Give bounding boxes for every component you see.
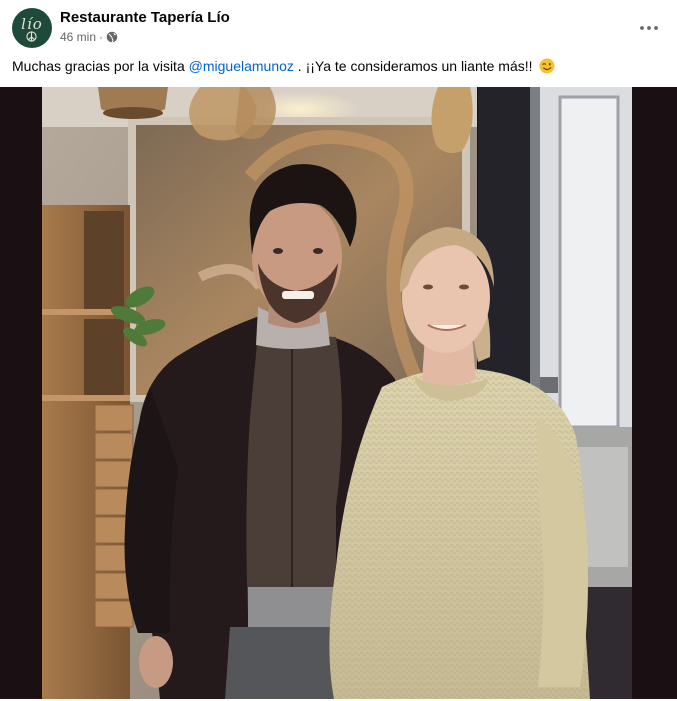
post-header: lío Restaurante Tapería Lío 46 min · — [12, 8, 665, 48]
post-author-name[interactable]: Restaurante Tapería Lío — [60, 9, 230, 26]
caption-text-start: Muchas gracias por la visita — [12, 58, 189, 74]
meta-separator: · — [99, 30, 104, 44]
more-horizontal-icon — [640, 26, 658, 30]
more-options-button[interactable] — [633, 12, 665, 44]
photo-illustration — [0, 87, 677, 699]
avatar-logo-text: lío — [21, 14, 43, 33]
mention-link[interactable]: @miguelamunoz — [189, 58, 294, 74]
post-timestamp[interactable]: 46 min — [60, 30, 96, 44]
caption-text-end: . ¡¡Ya te consideramos un liante más!! — [293, 58, 533, 74]
post-photo[interactable] — [0, 87, 677, 699]
peace-icon — [26, 31, 37, 42]
page-avatar[interactable]: lío — [12, 8, 52, 48]
post-meta: 46 min · — [60, 30, 118, 44]
wink-emoji-icon — [539, 58, 555, 74]
facebook-post: lío Restaurante Tapería Lío 46 min · Muc… — [0, 0, 677, 701]
post-caption: Muchas gracias por la visita @miguelamun… — [12, 57, 665, 76]
globe-icon[interactable] — [106, 31, 118, 43]
